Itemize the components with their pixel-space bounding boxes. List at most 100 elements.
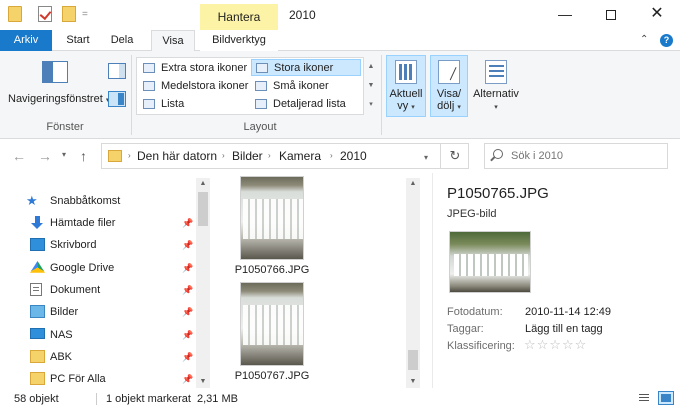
pin-icon: 📌 (182, 263, 194, 273)
chevron-right-icon[interactable]: › (222, 151, 225, 160)
breadcrumb-camera[interactable]: Kamera (279, 149, 321, 163)
tab-visa[interactable]: Visa (151, 30, 195, 52)
sidebar-item-nas[interactable]: NAS 📌 (0, 324, 196, 346)
details-filename: P1050765.JPG (447, 185, 549, 202)
layout-large-icons[interactable]: Stora ikoner (251, 59, 361, 76)
scroll-up-icon[interactable]: ▲ (406, 178, 420, 190)
document-icon (30, 283, 42, 296)
group-label-panes: Fönster (46, 121, 84, 133)
sidebar-item-abk[interactable]: ABK 📌 (0, 346, 196, 368)
large-icons-view-button[interactable] (658, 391, 674, 405)
prop-value-tags[interactable]: Lägg till en tagg (525, 323, 603, 335)
layout-scroll[interactable]: ▲ ▼ ▾ (366, 57, 376, 115)
prop-value-date[interactable]: 2010-11-14 12:49 (525, 306, 611, 318)
layout-gallery: Extra stora ikoner Stora ikoner Medelsto… (136, 57, 364, 115)
chevron-right-icon[interactable]: › (330, 151, 333, 160)
file-list-scrollbar[interactable]: ▲ ▼ (406, 178, 420, 388)
group-divider (381, 55, 382, 135)
scroll-down-icon[interactable]: ▼ (406, 376, 420, 388)
scroll-up-icon[interactable]: ▲ (196, 178, 210, 190)
pin-icon: 📌 (182, 374, 194, 384)
sidebar-item-quick-access[interactable]: ★ Snabbåtkomst (0, 190, 196, 212)
sidebar-item-pictures[interactable]: Bilder 📌 (0, 301, 196, 323)
pin-icon: 📌 (182, 218, 194, 228)
scrollbar-thumb[interactable] (408, 350, 418, 370)
scrollbar-thumb[interactable] (198, 192, 208, 226)
tab-start[interactable]: Start (58, 30, 98, 51)
extra-large-icons-icon (143, 63, 155, 73)
close-button[interactable]: ✕ (634, 0, 680, 30)
scroll-down-icon[interactable]: ▼ (366, 76, 376, 95)
breadcrumb-pictures[interactable]: Bilder (232, 149, 263, 163)
recent-locations-button[interactable]: ▾ (62, 150, 66, 159)
address-dropdown-icon[interactable]: ▾ (424, 153, 428, 162)
layout-details[interactable]: Detaljerad lista (251, 96, 361, 113)
current-view-button[interactable]: Aktuell vy ▾ (386, 55, 426, 117)
layout-small-icons[interactable]: Små ikoner (251, 78, 361, 95)
pin-icon: 📌 (182, 240, 194, 250)
search-box[interactable] (484, 143, 668, 169)
details-filetype: JPEG-bild (447, 208, 497, 220)
show-hide-button[interactable]: Visa/ dölj ▾ (430, 55, 468, 117)
options-button[interactable]: Alternativ ▾ (468, 55, 524, 117)
scroll-down-icon[interactable]: ▼ (196, 376, 210, 388)
navigation-scrollbar[interactable]: ▲ ▼ (196, 178, 210, 388)
maximize-button[interactable] (588, 0, 634, 30)
address-row: ← → ▾ ↑ › Den här datorn › Bilder › Kame… (0, 139, 680, 173)
file-item[interactable]: P1050767.JPG (232, 282, 312, 382)
scroll-up-icon[interactable]: ▲ (366, 57, 376, 76)
address-bar[interactable]: › Den här datorn › Bilder › Kamera › 201… (101, 143, 469, 169)
details-icon (255, 99, 267, 109)
sidebar-item-downloads[interactable]: Hämtade filer 📌 (0, 212, 196, 234)
search-icon (493, 149, 503, 159)
window-title: 2010 (289, 8, 316, 22)
expand-gallery-icon[interactable]: ▾ (366, 95, 376, 114)
new-folder-icon[interactable] (62, 6, 76, 22)
back-button[interactable]: ← (12, 148, 26, 164)
layout-extra-large-icons[interactable]: Extra stora ikoner (139, 60, 249, 77)
tab-arkiv[interactable]: Arkiv (0, 30, 52, 51)
sidebar-item-google-drive[interactable]: Google Drive 📌 (0, 257, 196, 279)
forward-button[interactable]: → (38, 148, 52, 164)
google-drive-icon (30, 261, 45, 273)
status-selection: 1 objekt markerat (106, 393, 191, 405)
search-input[interactable] (511, 147, 661, 165)
tab-bildverktyg[interactable]: Bildverktyg (200, 30, 278, 51)
up-button[interactable]: ↑ (80, 148, 87, 164)
small-icons-icon (255, 81, 267, 91)
chevron-right-icon[interactable]: › (128, 151, 131, 160)
sidebar-item-pc-for-alla[interactable]: PC För Alla 📌 (0, 368, 196, 390)
details-pane: P1050765.JPG JPEG-bild Fotodatum: 2010-1… (432, 173, 680, 388)
details-view-button[interactable] (636, 391, 652, 405)
rating-stars[interactable]: ☆☆☆☆☆ (524, 337, 587, 353)
details-preview-image (449, 231, 531, 293)
tab-dela[interactable]: Dela (104, 30, 140, 51)
help-icon[interactable]: ? (660, 34, 673, 47)
list-icon (143, 99, 155, 109)
refresh-button[interactable]: ↻ (440, 144, 469, 168)
context-tab-hantera[interactable]: Hantera (200, 4, 278, 30)
pin-icon: 📌 (182, 330, 194, 340)
ribbon-tabs: Arkiv Start Dela Visa Bildverktyg ⌃ ? (0, 30, 680, 52)
chevron-down-icon: ▾ (411, 104, 415, 111)
layout-list[interactable]: Lista (139, 96, 249, 113)
preview-pane-icon[interactable] (108, 63, 126, 79)
layout-medium-icons[interactable]: Medelstora ikoner (139, 78, 249, 95)
status-item-count: 58 objekt (14, 393, 59, 405)
sidebar-item-documents[interactable]: Dokument 📌 (0, 279, 196, 301)
details-pane-icon[interactable] (108, 91, 126, 107)
collapse-ribbon-icon[interactable]: ⌃ (640, 34, 648, 45)
breadcrumb-this-pc[interactable]: Den här datorn (137, 149, 217, 163)
properties-icon[interactable] (38, 6, 52, 22)
sidebar-item-desktop[interactable]: Skrivbord 📌 (0, 234, 196, 256)
file-item[interactable]: P1050766.JPG (232, 176, 312, 276)
customize-quick-access-icon[interactable]: = (82, 9, 88, 20)
minimize-button[interactable]: — (542, 0, 588, 30)
chevron-right-icon[interactable]: › (268, 151, 271, 160)
download-icon (30, 216, 45, 229)
prop-label-rating: Klassificering: (447, 340, 515, 352)
status-size: 2,31 MB (197, 393, 238, 405)
folder-icon (30, 372, 45, 385)
navigation-pane-label: Navigeringsfönstret (8, 93, 103, 105)
breadcrumb-2010[interactable]: 2010 (340, 149, 367, 163)
